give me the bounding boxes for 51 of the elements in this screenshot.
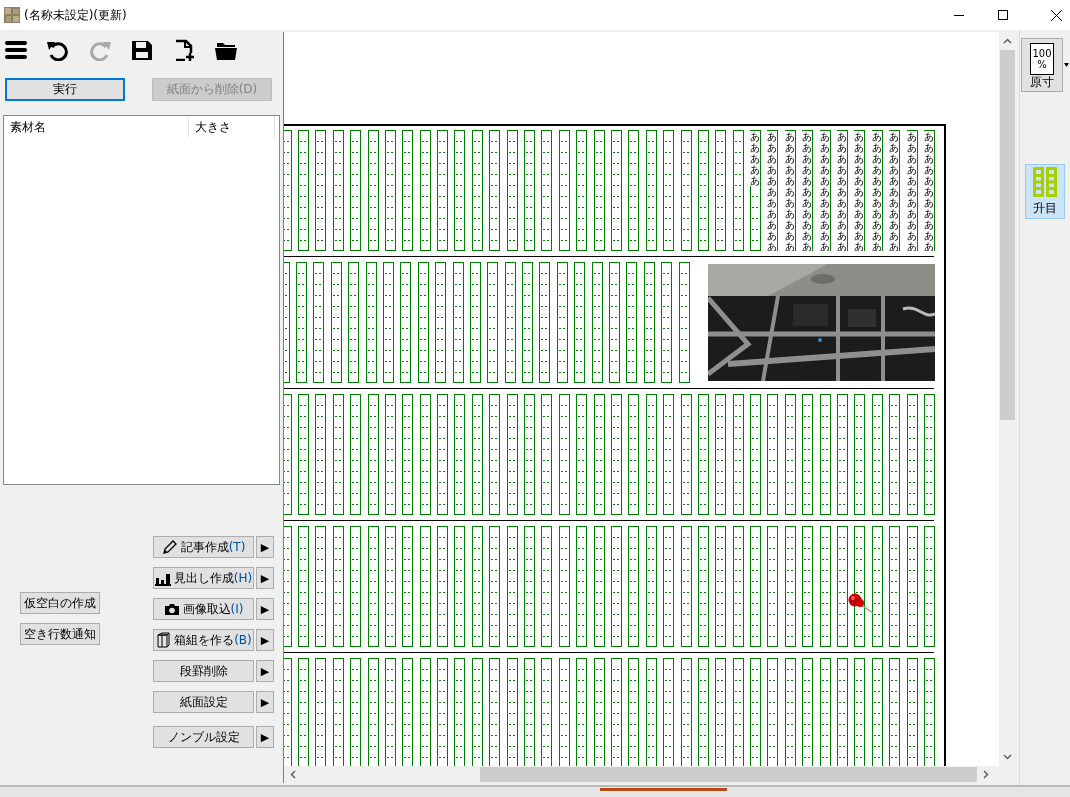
camera-icon <box>163 602 180 616</box>
arrow-button[interactable]: ▶ <box>256 567 274 589</box>
tool-button[interactable]: 画像取込(I) <box>153 598 254 620</box>
window-title: (名称未設定)(更新) <box>24 6 128 24</box>
zoom-percent-icon: 100 % <box>1030 43 1054 75</box>
tool-button[interactable]: ノンブル設定 <box>153 726 254 748</box>
actual-size-button[interactable]: 100 % 原寸 <box>1021 38 1063 92</box>
arrow-button[interactable]: ▶ <box>256 536 274 558</box>
arrow-button[interactable]: ▶ <box>256 726 274 748</box>
vertical-text: あああああああああああ <box>819 131 830 251</box>
side-button[interactable]: 仮空白の作成 <box>20 592 100 614</box>
run-button[interactable]: 実行 <box>5 78 125 101</box>
tool-button[interactable]: 紙面設定 <box>153 691 254 713</box>
tool-button[interactable]: 記事作成(T) <box>153 536 254 558</box>
app-icon <box>4 7 20 23</box>
scroll-left-icon[interactable] <box>290 770 296 779</box>
save-icon[interactable] <box>130 39 154 61</box>
vertical-text: あああああ <box>750 131 761 186</box>
maximize-icon[interactable] <box>998 10 1008 20</box>
vertical-text: あああああああああああ <box>871 131 882 251</box>
scroll-up-icon[interactable] <box>1003 38 1012 44</box>
vertical-text: あああああああああああ <box>854 131 865 251</box>
menu-icon[interactable] <box>4 39 28 61</box>
column-header[interactable]: 素材名 <box>4 116 189 138</box>
scrollbar-thumb[interactable] <box>1000 50 1015 420</box>
tool-button[interactable]: 箱組を作る(B) <box>153 629 254 651</box>
arrow-button[interactable]: ▶ <box>256 660 274 682</box>
tool-button[interactable]: 見出し作成(H) <box>153 567 254 589</box>
column-header[interactable]: 大きさ <box>189 116 275 138</box>
vertical-text: あああああああああああ <box>767 131 778 251</box>
vertical-text: あああああああああああ <box>924 131 934 251</box>
vertical-text: あああああああああああ <box>802 131 813 251</box>
undo-icon[interactable] <box>46 39 70 61</box>
vertical-text: あああああああああああ <box>837 131 848 251</box>
side-button[interactable]: 空き行数通知 <box>20 623 100 645</box>
arrow-button[interactable]: ▶ <box>256 691 274 713</box>
caret-icon[interactable] <box>1064 63 1069 67</box>
vertical-text: あああああああああああ <box>906 131 917 251</box>
grid-toggle-button[interactable]: 升目 <box>1025 164 1065 219</box>
close-icon[interactable] <box>1051 9 1062 21</box>
arrow-button[interactable]: ▶ <box>256 598 274 620</box>
pencil-icon <box>161 539 178 555</box>
grid-icon <box>1033 166 1057 197</box>
tool-button[interactable]: 段罫削除 <box>153 660 254 682</box>
scrollbar-thumb[interactable] <box>480 767 977 782</box>
vertical-text: あああああああああああ <box>889 131 900 251</box>
arrow-button[interactable]: ▶ <box>256 629 274 651</box>
vertical-text: あああああああああああ <box>784 131 795 251</box>
scroll-right-icon[interactable] <box>983 770 989 779</box>
box-icon <box>155 632 172 648</box>
scroll-down-icon[interactable] <box>1003 754 1012 760</box>
